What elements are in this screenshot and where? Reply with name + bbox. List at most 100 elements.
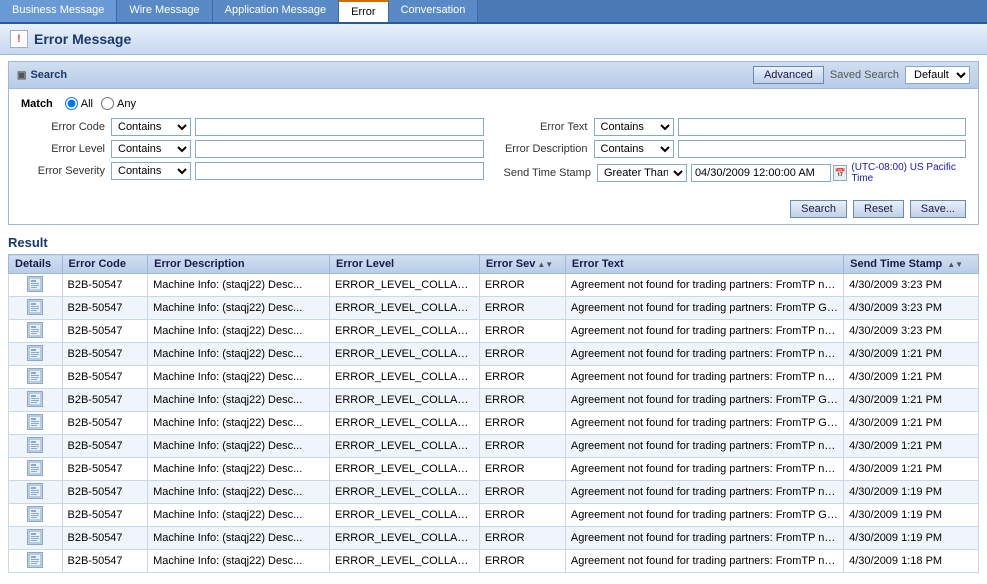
cell-code: B2B-50547 xyxy=(62,389,148,412)
error-code-row: Error Code ContainsEqualsStarts With xyxy=(21,118,484,136)
match-any-radio[interactable]: Any xyxy=(101,97,136,110)
cell-desc: Machine Info: (staqj22) Desc... xyxy=(148,527,330,550)
table-row[interactable]: B2B-50547 Machine Info: (staqj22) Desc..… xyxy=(9,458,979,481)
cell-text: Agreement not found for trading partners… xyxy=(565,320,843,343)
col-header-stamp[interactable]: Send Time Stamp ▲▼ xyxy=(844,255,979,274)
cell-level: ERROR_LEVEL_COLLABORA... xyxy=(330,297,480,320)
advanced-button[interactable]: Advanced xyxy=(753,66,824,84)
table-row[interactable]: B2B-50547 Machine Info: (staqj22) Desc..… xyxy=(9,320,979,343)
cell-level: ERROR_LEVEL_COLLABORA... xyxy=(330,527,480,550)
table-row[interactable]: B2B-50547 Machine Info: (staqj22) Desc..… xyxy=(9,366,979,389)
cell-desc: Machine Info: (staqj22) Desc... xyxy=(148,366,330,389)
cell-stamp: 4/30/2009 1:19 PM xyxy=(844,504,979,527)
search-button[interactable]: Search xyxy=(790,200,847,218)
tab-conversation[interactable]: Conversation xyxy=(389,0,479,22)
cell-text: Agreement not found for trading partners… xyxy=(565,366,843,389)
table-row[interactable]: B2B-50547 Machine Info: (staqj22) Desc..… xyxy=(9,297,979,320)
error-text-input[interactable] xyxy=(678,118,967,136)
cell-code: B2B-50547 xyxy=(62,274,148,297)
error-desc-input[interactable] xyxy=(678,140,967,158)
cell-code: B2B-50547 xyxy=(62,504,148,527)
cell-stamp: 4/30/2009 3:23 PM xyxy=(844,320,979,343)
cell-stamp: 4/30/2009 1:21 PM xyxy=(844,435,979,458)
error-desc-operator[interactable]: ContainsEquals xyxy=(594,140,674,158)
cell-code: B2B-50547 xyxy=(62,366,148,389)
table-row[interactable]: B2B-50547 Machine Info: (staqj22) Desc..… xyxy=(9,481,979,504)
error-text-operator[interactable]: ContainsEquals xyxy=(594,118,674,136)
tab-wire-message[interactable]: Wire Message xyxy=(117,0,212,22)
cell-sev: ERROR xyxy=(479,527,565,550)
collapse-icon[interactable]: ▣ xyxy=(17,70,26,81)
table-row[interactable]: B2B-50547 Machine Info: (staqj22) Desc..… xyxy=(9,389,979,412)
cell-code: B2B-50547 xyxy=(62,343,148,366)
detail-icon[interactable] xyxy=(27,437,43,453)
timezone-text: (UTC-08:00) US Pacific Time xyxy=(851,162,966,184)
error-code-operator[interactable]: ContainsEqualsStarts With xyxy=(111,118,191,136)
result-section: Result Details Error Code Error Descript… xyxy=(8,231,979,573)
col-header-code[interactable]: Error Code xyxy=(62,255,148,274)
detail-icon[interactable] xyxy=(27,368,43,384)
detail-icon[interactable] xyxy=(27,276,43,292)
cell-level: ERROR_LEVEL_COLLABORA... xyxy=(330,481,480,504)
detail-icon[interactable] xyxy=(27,552,43,568)
detail-icon[interactable] xyxy=(27,529,43,545)
col-header-sev[interactable]: Error Sev▲▼ xyxy=(479,255,565,274)
cell-sev: ERROR xyxy=(479,550,565,573)
col-header-level[interactable]: Error Level xyxy=(330,255,480,274)
send-time-label: Send Time Stamp xyxy=(504,167,597,179)
table-row[interactable]: B2B-50547 Machine Info: (staqj22) Desc..… xyxy=(9,343,979,366)
detail-icon[interactable] xyxy=(27,414,43,430)
table-row[interactable]: B2B-50547 Machine Info: (staqj22) Desc..… xyxy=(9,435,979,458)
tab-application-message[interactable]: Application Message xyxy=(213,0,340,22)
error-level-operator[interactable]: ContainsEqualsStarts With xyxy=(111,140,191,158)
search-header-right: Advanced Saved Search Default xyxy=(753,66,970,84)
cell-sev: ERROR xyxy=(479,366,565,389)
detail-icon[interactable] xyxy=(27,322,43,338)
cell-desc: Machine Info: (staqj22) Desc... xyxy=(148,550,330,573)
cell-desc: Machine Info: (staqj22) Desc... xyxy=(148,481,330,504)
cell-code: B2B-50547 xyxy=(62,550,148,573)
error-desc-row: Error Description ContainsEquals xyxy=(504,140,967,158)
table-row[interactable]: B2B-50547 Machine Info: (staqj22) Desc..… xyxy=(9,504,979,527)
cell-text: Agreement not found for trading partners… xyxy=(565,504,843,527)
table-row[interactable]: B2B-50547 Machine Info: (staqj22) Desc..… xyxy=(9,527,979,550)
detail-icon[interactable] xyxy=(27,483,43,499)
cell-text: Agreement not found for trading partners… xyxy=(565,389,843,412)
match-all-radio[interactable]: All xyxy=(65,97,93,110)
send-time-operator[interactable]: Greater ThanLess ThanEquals xyxy=(597,164,687,182)
error-level-input[interactable] xyxy=(195,140,484,158)
tab-error[interactable]: Error xyxy=(339,0,388,22)
cell-code: B2B-50547 xyxy=(62,435,148,458)
result-table: Details Error Code Error Description Err… xyxy=(8,254,979,573)
col-header-text[interactable]: Error Text xyxy=(565,255,843,274)
table-row[interactable]: B2B-50547 Machine Info: (staqj22) Desc..… xyxy=(9,274,979,297)
cell-code: B2B-50547 xyxy=(62,297,148,320)
tab-business-message[interactable]: Business Message xyxy=(0,0,117,22)
saved-search-select[interactable]: Default xyxy=(905,66,970,84)
cell-stamp: 4/30/2009 1:21 PM xyxy=(844,343,979,366)
error-severity-row: Error Severity ContainsEqualsStarts With xyxy=(21,162,484,180)
reset-button[interactable]: Reset xyxy=(853,200,904,218)
cell-text: Agreement not found for trading partners… xyxy=(565,435,843,458)
calendar-icon[interactable]: 📅 xyxy=(833,165,847,181)
page-title: Error Message xyxy=(34,31,131,47)
search-panel: ▣ Search Advanced Saved Search Default M… xyxy=(8,61,979,225)
search-title: ▣ Search xyxy=(17,69,67,81)
cell-stamp: 4/30/2009 1:19 PM xyxy=(844,527,979,550)
detail-icon[interactable] xyxy=(27,460,43,476)
error-code-input[interactable] xyxy=(195,118,484,136)
detail-icon[interactable] xyxy=(27,299,43,315)
cell-sev: ERROR xyxy=(479,320,565,343)
detail-icon[interactable] xyxy=(27,506,43,522)
send-time-input[interactable] xyxy=(691,164,831,182)
cell-sev: ERROR xyxy=(479,412,565,435)
table-row[interactable]: B2B-50547 Machine Info: (staqj22) Desc..… xyxy=(9,412,979,435)
error-code-label: Error Code xyxy=(21,121,111,133)
detail-icon[interactable] xyxy=(27,345,43,361)
save-button[interactable]: Save... xyxy=(910,200,966,218)
col-header-desc[interactable]: Error Description xyxy=(148,255,330,274)
error-severity-input[interactable] xyxy=(195,162,484,180)
detail-icon[interactable] xyxy=(27,391,43,407)
error-severity-operator[interactable]: ContainsEqualsStarts With xyxy=(111,162,191,180)
table-row[interactable]: B2B-50547 Machine Info: (staqj22) Desc..… xyxy=(9,550,979,573)
